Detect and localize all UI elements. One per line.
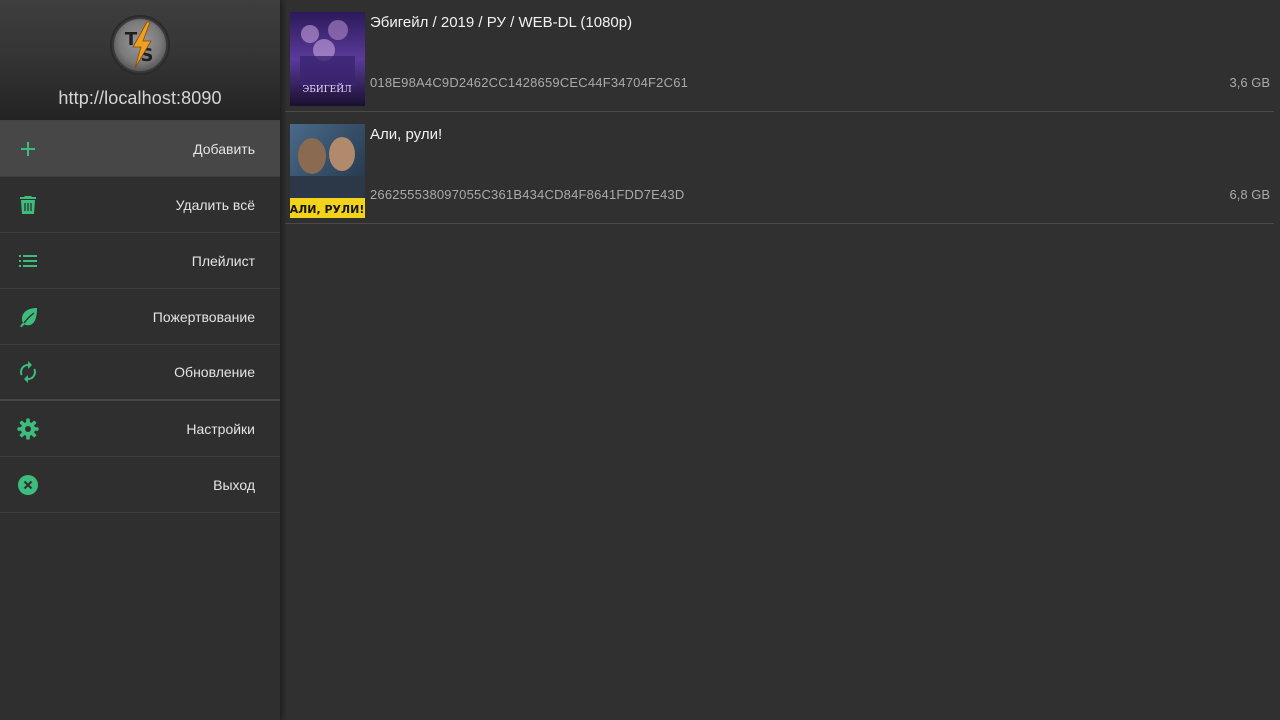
menu-item-update[interactable]: Обновление bbox=[0, 345, 280, 401]
torrent-size: 3,6 GB bbox=[1229, 75, 1270, 90]
refresh-icon bbox=[20, 361, 36, 383]
menu-item-exit[interactable]: Выход bbox=[0, 457, 280, 513]
poster-title: ЭБИГЕЙЛ bbox=[302, 83, 352, 95]
torrent-list: ЭБИГЕЙЛ Эбигейл / 2019 / РУ / WEB-DL (10… bbox=[280, 0, 1280, 720]
torrent-poster: АЛИ, РУЛИ! bbox=[290, 124, 365, 218]
app-root: T S http://localhost:8090 Добавить Удали… bbox=[0, 0, 1280, 720]
torrent-title: Эбигейл / 2019 / РУ / WEB-DL (1080p) bbox=[370, 14, 633, 31]
torrserver-logo-icon: T S bbox=[110, 15, 170, 75]
menu-item-settings[interactable]: Настройки bbox=[0, 401, 280, 457]
torrent-size: 6,8 GB bbox=[1229, 187, 1270, 202]
torrent-item[interactable]: ЭБИГЕЙЛ Эбигейл / 2019 / РУ / WEB-DL (10… bbox=[285, 0, 1274, 112]
sidebar-header: T S http://localhost:8090 bbox=[0, 0, 280, 121]
menu-item-add[interactable]: Добавить bbox=[0, 121, 280, 177]
list-icon bbox=[19, 254, 37, 267]
menu-item-label: Плейлист bbox=[191, 252, 255, 269]
sidebar: T S http://localhost:8090 Добавить Удали… bbox=[0, 0, 280, 720]
menu-item-label: Удалить всё bbox=[175, 196, 255, 213]
menu-item-label: Обновление bbox=[174, 364, 255, 380]
torrent-item[interactable]: АЛИ, РУЛИ! Али, рули! 266255538097055C36… bbox=[285, 112, 1274, 224]
leaf-icon bbox=[20, 307, 37, 327]
menu-item-donate[interactable]: Пожертвование bbox=[0, 289, 280, 345]
poster-image: ЭБИГЕЙЛ bbox=[290, 12, 365, 106]
close-circle-icon bbox=[18, 474, 38, 495]
menu-item-label: Пожертвование bbox=[152, 308, 255, 325]
menu-item-label: Настройки bbox=[186, 420, 255, 437]
poster-title: АЛИ, РУЛИ! bbox=[290, 203, 364, 216]
server-url: http://localhost:8090 bbox=[58, 88, 222, 108]
torrent-title: Али, рули! bbox=[370, 126, 443, 143]
menu-item-label: Добавить bbox=[193, 140, 255, 157]
sidebar-menu: Добавить Удалить всё Плейлист Пожертвова… bbox=[0, 121, 280, 513]
trash-icon bbox=[20, 195, 36, 214]
torrent-hash: 266255538097055C361B434CD84F8641FDD7E43D bbox=[370, 187, 685, 202]
torrent-hash: 018E98A4C9D2462CC1428659CEC44F34704F2C61 bbox=[370, 75, 689, 90]
gear-icon bbox=[17, 418, 39, 439]
poster-image: АЛИ, РУЛИ! bbox=[290, 124, 365, 218]
menu-item-playlist[interactable]: Плейлист bbox=[0, 233, 280, 289]
menu-item-label: Выход bbox=[213, 476, 255, 493]
plus-icon bbox=[21, 141, 35, 156]
torrent-poster: ЭБИГЕЙЛ bbox=[290, 12, 365, 106]
menu-item-remove-all[interactable]: Удалить всё bbox=[0, 177, 280, 233]
